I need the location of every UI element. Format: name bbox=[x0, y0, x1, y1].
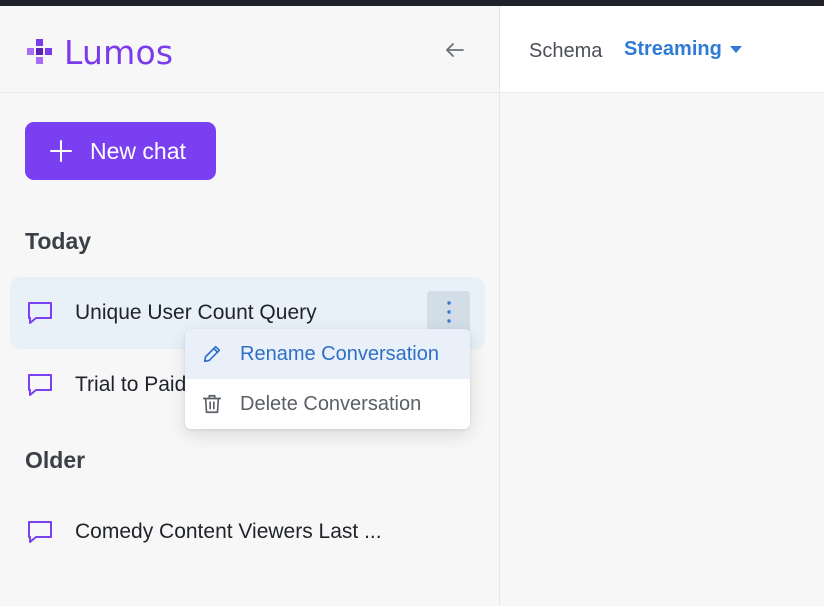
app-logo: Lumos bbox=[24, 33, 173, 72]
plus-icon bbox=[50, 140, 72, 162]
section-title-today: Today bbox=[25, 228, 92, 254]
chat-bubble-icon bbox=[28, 374, 52, 396]
conversation-label: Unique User Count Query bbox=[75, 301, 317, 324]
conversation-label: Comedy Content Viewers Last ... bbox=[75, 520, 382, 543]
conversation-item[interactable]: Comedy Content Viewers Last ... bbox=[10, 496, 485, 568]
conversation-more-button[interactable] bbox=[427, 291, 470, 333]
conversation-label: Trial to Paid bbox=[75, 373, 187, 396]
main-content-area bbox=[500, 93, 824, 606]
app-name: Lumos bbox=[64, 33, 174, 72]
rename-conversation-menu-item[interactable]: Rename Conversation bbox=[185, 329, 470, 379]
chat-bubble-icon bbox=[28, 521, 52, 543]
arrow-left-icon bbox=[446, 43, 464, 57]
sidebar: Lumos New chat Today Unique User Count Q… bbox=[0, 6, 500, 606]
trash-icon bbox=[202, 394, 222, 414]
new-chat-label: New chat bbox=[90, 137, 186, 164]
main-header: Schema Streaming bbox=[500, 6, 824, 93]
more-vertical-icon bbox=[446, 301, 451, 323]
new-chat-button[interactable]: New chat bbox=[25, 122, 216, 180]
logo-mark-icon bbox=[24, 37, 56, 69]
conversation-context-menu: Rename Conversation Delete Conversation bbox=[185, 329, 470, 429]
pencil-icon bbox=[203, 345, 221, 363]
sidebar-header: Lumos bbox=[0, 6, 499, 93]
delete-conversation-menu-item[interactable]: Delete Conversation bbox=[185, 379, 470, 429]
section-title-older: Older bbox=[25, 447, 86, 473]
schema-value: Streaming bbox=[624, 38, 722, 60]
rename-conversation-label: Rename Conversation bbox=[240, 342, 439, 365]
schema-label: Schema bbox=[529, 40, 603, 62]
schema-dropdown[interactable]: Streaming bbox=[624, 38, 742, 61]
collapse-sidebar-button[interactable] bbox=[440, 36, 470, 64]
chat-bubble-icon bbox=[28, 302, 52, 324]
caret-down-icon bbox=[729, 46, 742, 53]
delete-conversation-label: Delete Conversation bbox=[240, 392, 422, 415]
